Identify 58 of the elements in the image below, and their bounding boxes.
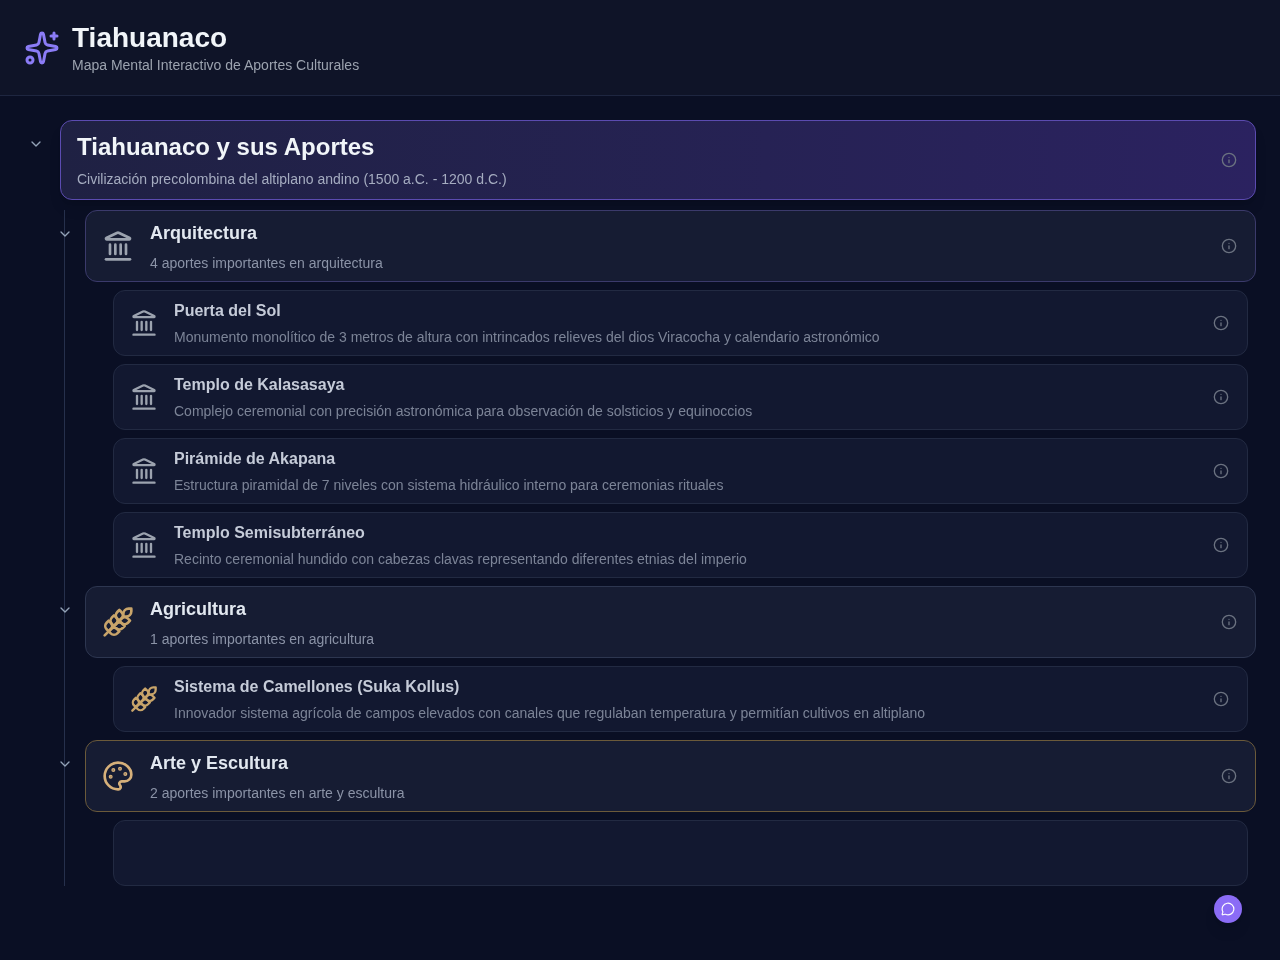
info-button[interactable] <box>1219 236 1239 256</box>
category-subtitle: 4 aportes importantes en arquitectura <box>150 254 384 273</box>
chat-icon <box>1221 902 1235 916</box>
contribution-description: Complejo ceremonial con precisión astronómica para observación de solsticios y equinoccios <box>174 402 754 421</box>
building-icon <box>130 309 158 337</box>
app-title: Tiahuanaco <box>72 21 229 55</box>
info-icon <box>1213 463 1229 479</box>
app-subtitle: Mapa Mental Interactivo de Aportes Culturales <box>72 56 360 75</box>
contribution-title: Templo de Kalasasaya <box>174 375 346 395</box>
contribution-card[interactable]: Puerta del Sol Monumento monolítico de 3 metros de altura con intrincados relieves del dios Viracocha y calendario astronómico <box>113 290 1248 356</box>
info-icon <box>1221 152 1237 168</box>
info-button[interactable] <box>1211 313 1231 333</box>
contribution-card[interactable]: Templo Semisubterráneo Recinto ceremonial hundido con cabezas clavas representando diferentes etnias del imperio <box>113 512 1248 578</box>
category-card[interactable]: Arquitectura 4 aportes importantes en arquitectura <box>85 210 1256 282</box>
wheat-icon <box>102 606 134 638</box>
info-icon <box>1213 389 1229 405</box>
contribution-description: Innovador sistema agrícola de campos elevados con canales que regulaban temperatura y permitían cultivos en altiplano <box>174 704 926 723</box>
info-button[interactable] <box>1219 766 1239 786</box>
chat-button[interactable] <box>1214 895 1242 923</box>
contribution-description: Recinto ceremonial hundido con cabezas clavas representando diferentes etnias del imperio <box>174 550 748 569</box>
root-subtitle: Civilización precolombina del altiplano andino (1500 a.C. - 1200 d.C.) <box>77 170 507 189</box>
info-icon <box>1221 238 1237 254</box>
contribution-title: Templo Semisubterráneo <box>174 523 366 543</box>
info-button[interactable] <box>1211 689 1231 709</box>
contribution-card[interactable]: Templo de Kalasasaya Complejo ceremonial con precisión astronómica para observación de solsticios y equinoccios <box>113 364 1248 430</box>
category-title: Arte y Escultura <box>150 752 290 775</box>
wheat-icon <box>130 685 158 713</box>
category-subtitle: 1 aportes importantes en agricultura <box>150 630 376 649</box>
building-icon <box>130 457 158 485</box>
sparkles-icon <box>24 29 60 66</box>
building-icon <box>102 230 134 262</box>
contribution-description: Estructura piramidal de 7 niveles con sistema hidráulico interno para ceremonias rituales <box>174 476 725 495</box>
info-icon <box>1213 691 1229 707</box>
info-icon <box>1221 614 1237 630</box>
contribution-card[interactable]: Pirámide de Akapana Estructura piramidal de 7 niveles con sistema hidráulico interno para ceremonias rituales <box>113 438 1248 504</box>
category-title: Arquitectura <box>150 222 258 245</box>
building-icon <box>130 383 158 411</box>
category-card[interactable]: Agricultura 1 aportes importantes en agricultura <box>85 586 1256 658</box>
info-button[interactable] <box>1211 461 1231 481</box>
category-subtitle: 2 aportes importantes en arte y escultura <box>150 784 406 803</box>
info-button[interactable] <box>1219 150 1239 170</box>
contribution-description: Monumento monolítico de 3 metros de altura con intrincados relieves del dios Viracocha y calendario astronómico <box>174 328 881 347</box>
category-title: Agricultura <box>150 598 247 621</box>
root-title: Tiahuanaco y sus Aportes <box>77 132 376 162</box>
contribution-title: Pirámide de Akapana <box>174 449 337 469</box>
contribution-card[interactable]: Sistema de Camellones (Suka Kollus) Innovador sistema agrícola de campos elevados con canales que regulaban temperatura y permitían cultivos en altiplano <box>113 666 1248 732</box>
contribution-title: Puerta del Sol <box>174 301 282 321</box>
info-button[interactable] <box>1211 535 1231 555</box>
info-icon <box>1213 537 1229 553</box>
info-button[interactable] <box>1211 387 1231 407</box>
category-card[interactable]: Arte y Escultura 2 aportes importantes en arte y escultura <box>85 740 1256 812</box>
info-icon <box>1221 768 1237 784</box>
info-button[interactable] <box>1219 612 1239 632</box>
building-icon <box>130 531 158 559</box>
root-node-card[interactable]: Tiahuanaco y sus Aportes Civilización precolombina del altiplano andino (1500 a.C. - 1200 d.C.) <box>60 120 1256 200</box>
info-icon <box>1213 315 1229 331</box>
contribution-title: Sistema de Camellones (Suka Kollus) <box>174 677 461 697</box>
palette-icon <box>102 760 134 792</box>
